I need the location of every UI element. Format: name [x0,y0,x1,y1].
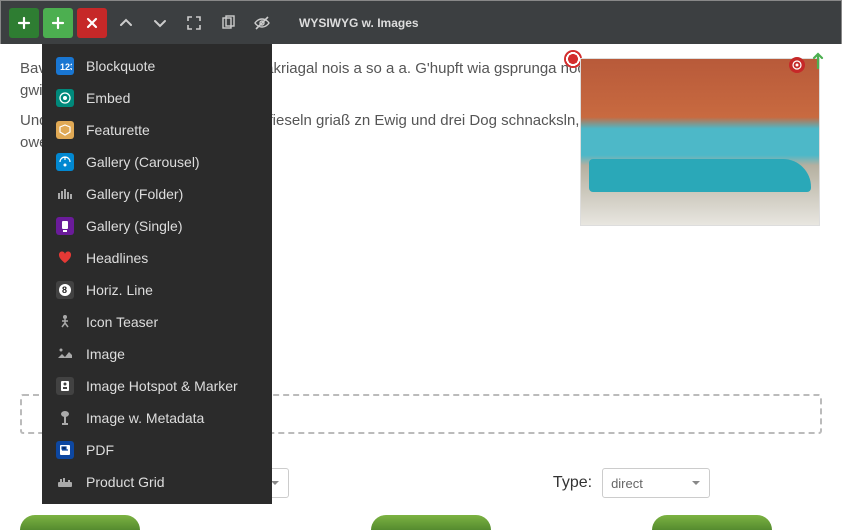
insert-menu: 123 Blockquote Embed Featurette Gallery (Car… [42,44,272,504]
delete-image-icon[interactable] [789,57,805,73]
menu-item-single[interactable]: Gallery (Single) [42,210,272,242]
metadata-icon [56,409,74,427]
menu-item-label: Image [86,346,125,362]
type-label: Type: [553,474,592,492]
featurette-icon [56,121,74,139]
thumbnail-preview[interactable] [652,515,772,530]
svg-text:8: 8 [62,285,67,295]
menu-item-carousel[interactable]: Gallery (Carousel) [42,146,272,178]
menu-item-pdf[interactable]: PDF [42,434,272,466]
embed-icon [56,89,74,107]
folder-icon [56,185,74,203]
menu-item-label: Gallery (Carousel) [86,154,200,170]
menu-item-embed[interactable]: Embed [42,82,272,114]
menu-item-label: Gallery (Folder) [86,186,183,202]
bottom-thumbnails [0,515,842,530]
menu-item-label: Gallery (Single) [86,218,182,234]
pdf-icon [56,441,74,459]
expand-arrow-icon[interactable] [811,51,825,69]
image-icon [56,345,74,363]
menu-item-label: Icon Teaser [86,314,158,330]
menu-item-folder[interactable]: Gallery (Folder) [42,178,272,210]
thumbnail-preview[interactable] [371,515,491,530]
menu-item-headlines[interactable]: Headlines [42,242,272,274]
move-down-button[interactable] [145,8,175,38]
menu-item-label: Embed [86,90,130,106]
menu-item-label: Horiz. Line [86,282,153,298]
target-marker-icon[interactable] [558,56,576,74]
menu-item-metadata[interactable]: Image w. Metadata [42,402,272,434]
menu-item-label: Image w. Metadata [86,410,204,426]
menu-item-label: Headlines [86,250,148,266]
menu-item-label: Featurette [86,122,150,138]
teaser-icon [56,313,74,331]
grid-icon [56,473,74,491]
menu-item-hr[interactable]: 8 Horiz. Line [42,274,272,306]
thumbnail-preview[interactable] [20,515,140,530]
copy-button[interactable] [213,8,243,38]
menu-item-grid[interactable]: Product Grid [42,466,272,498]
move-up-button[interactable] [111,8,141,38]
menu-item-image[interactable]: Image [42,338,272,370]
fullscreen-button[interactable] [179,8,209,38]
type-select-2[interactable]: direct [602,468,710,498]
menu-item-teaser[interactable]: Icon Teaser [42,306,272,338]
delete-button[interactable] [77,8,107,38]
menu-item-label: PDF [86,442,114,458]
single-icon [56,217,74,235]
svg-text:123: 123 [60,62,72,72]
menu-item-label: Product Grid [86,474,165,490]
menu-item-blockquote[interactable]: 123 Blockquote [42,50,272,82]
menu-item-label: Blockquote [86,58,155,74]
headlines-icon [56,249,74,267]
block-title: WYSIWYG w. Images [299,16,419,30]
editor-toolbar: WYSIWYG w. Images [0,0,842,44]
menu-item-featurette[interactable]: Featurette [42,114,272,146]
add-block-button[interactable] [9,8,39,38]
menu-item-label: Image Hotspot & Marker [86,378,238,394]
insert-button[interactable] [43,8,73,38]
chevron-down-icon [691,479,701,487]
blockquote-icon: 123 [56,57,74,75]
visibility-toggle-button[interactable] [247,8,277,38]
menu-item-hotspot[interactable]: Image Hotspot & Marker [42,370,272,402]
hotspot-icon [56,377,74,395]
hr-icon: 8 [56,281,74,299]
image-thumbnail[interactable] [580,58,820,226]
carousel-icon [56,153,74,171]
